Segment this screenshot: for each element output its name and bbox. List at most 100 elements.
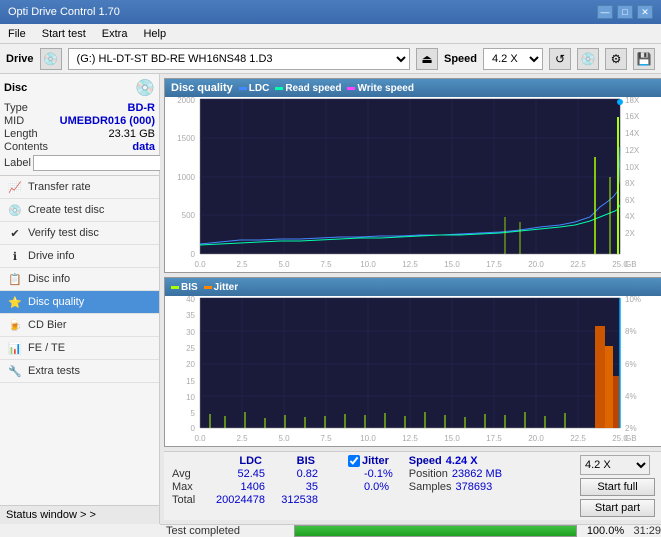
nav-disc-quality-label: Disc quality (28, 296, 84, 308)
disc-quality-icon: ⭐ (8, 295, 22, 309)
close-button[interactable]: ✕ (637, 5, 653, 19)
svg-text:7.5: 7.5 (320, 434, 332, 443)
main-layout: Disc 💿 Type BD-R MID UMEBDR016 (000) Len… (0, 74, 661, 524)
drive-info-icon: ℹ (8, 249, 22, 263)
svg-text:10X: 10X (625, 163, 640, 172)
jitter-checkbox[interactable] (348, 455, 360, 467)
legend-ldc-label: LDC (249, 83, 270, 94)
svg-text:16X: 16X (625, 112, 640, 121)
disc-panel: Disc 💿 Type BD-R MID UMEBDR016 (000) Len… (0, 74, 159, 176)
jitter-stats: Jitter -0.1% 0.0% (348, 455, 393, 493)
menu-start-test[interactable]: Start test (38, 28, 90, 40)
avg-label: Avg (172, 468, 202, 480)
svg-text:12X: 12X (625, 146, 640, 155)
legend-read: Read speed (275, 83, 341, 94)
label-input[interactable] (33, 155, 167, 171)
nav-create-test-disc[interactable]: 💿 Create test disc (0, 199, 159, 222)
progress-bar-wrapper (294, 525, 577, 537)
svg-text:8%: 8% (625, 327, 637, 336)
svg-text:6%: 6% (625, 360, 637, 369)
svg-text:12.5: 12.5 (402, 260, 418, 269)
app-title: Opti Drive Control 1.70 (8, 6, 120, 18)
nav-disc-info[interactable]: 📋 Disc info (0, 268, 159, 291)
svg-text:GB: GB (625, 260, 637, 269)
length-label: Length (4, 128, 38, 140)
read-legend-dot (275, 87, 283, 90)
top-chart-svg: 2000 1500 1000 500 0 18X 16X 14X 12X 10X… (165, 97, 661, 272)
svg-text:12.5: 12.5 (402, 434, 418, 443)
title-bar: Opti Drive Control 1.70 — □ ✕ (0, 0, 661, 24)
menu-help[interactable]: Help (139, 28, 170, 40)
samples-label: Samples (409, 481, 452, 493)
start-full-button[interactable]: Start full (580, 478, 655, 496)
status-window-label: Status window > > (6, 509, 96, 521)
bottom-chart-panel: BIS Jitter (164, 277, 661, 447)
nav-drive-info-label: Drive info (28, 250, 74, 262)
jitter-legend-dot (204, 286, 212, 289)
max-bis: 35 (273, 481, 318, 493)
legend-write: Write speed (347, 83, 414, 94)
ldc-legend-dot (239, 87, 247, 90)
svg-text:7.5: 7.5 (320, 260, 332, 269)
disc-quality-title: Disc quality (171, 82, 233, 94)
bottom-bar: Test completed 100.0% 31:29 (160, 524, 661, 537)
svg-text:2.5: 2.5 (236, 434, 248, 443)
settings-button[interactable]: ⚙ (605, 48, 627, 70)
save-button[interactable]: 💾 (633, 48, 655, 70)
contents-label: Contents (4, 141, 48, 153)
bottom-chart-title-bar: BIS Jitter (165, 278, 661, 296)
drive-label: Drive (6, 53, 34, 65)
legend-jitter: Jitter (204, 282, 238, 293)
refresh-button[interactable]: ↺ (549, 48, 571, 70)
position-label: Position (409, 468, 448, 480)
nav-cd-bier[interactable]: 🍺 CD Bier (0, 314, 159, 337)
drive-select[interactable]: (G:) HL-DT-ST BD-RE WH16NS48 1.D3 (68, 48, 410, 70)
nav-extra-tests[interactable]: 🔧 Extra tests (0, 360, 159, 383)
chart-wrapper: Disc quality LDC Read speed Write speed (160, 74, 661, 524)
minimize-button[interactable]: — (597, 5, 613, 19)
maximize-button[interactable]: □ (617, 5, 633, 19)
svg-text:15.0: 15.0 (444, 260, 460, 269)
legend-ldc: LDC (239, 83, 270, 94)
nav-extra-tests-label: Extra tests (28, 365, 80, 377)
svg-text:5.0: 5.0 (278, 260, 290, 269)
disc-button[interactable]: 💿 (577, 48, 599, 70)
nav-items: 📈 Transfer rate 💿 Create test disc ✔ Ver… (0, 176, 159, 505)
total-ldc: 20024478 (210, 494, 265, 506)
jitter-header-row: Jitter (348, 455, 393, 467)
menu-file[interactable]: File (4, 28, 30, 40)
menu-bar: File Start test Extra Help (0, 24, 661, 44)
eject-button[interactable]: ⏏ (416, 48, 438, 70)
start-part-button[interactable]: Start part (580, 499, 655, 517)
nav-disc-quality[interactable]: ⭐ Disc quality (0, 291, 159, 314)
svg-text:2.5: 2.5 (236, 260, 248, 269)
nav-verify-test-label: Verify test disc (28, 227, 99, 239)
avg-jitter: -0.1% (348, 468, 393, 480)
content-area: Disc quality LDC Read speed Write speed (160, 74, 661, 524)
status-window-button[interactable]: Status window > > (0, 505, 159, 524)
window-controls: — □ ✕ (597, 5, 653, 19)
nav-transfer-rate[interactable]: 📈 Transfer rate (0, 176, 159, 199)
menu-extra[interactable]: Extra (98, 28, 132, 40)
speed-select[interactable]: 4.2 X (483, 48, 543, 70)
top-chart-svg-wrapper: 2000 1500 1000 500 0 18X 16X 14X 12X 10X… (165, 97, 661, 275)
cd-bier-icon: 🍺 (8, 318, 22, 332)
stats-area: LDC BIS Avg 52.45 0.82 Max 1406 35 Tot (164, 451, 661, 520)
position-value: 23862 MB (452, 468, 502, 480)
legend-read-label: Read speed (285, 83, 341, 94)
speed-header-row: Speed 4.24 X (409, 455, 502, 467)
disc-info-icon: 📋 (8, 272, 22, 286)
nav-fe-te[interactable]: 📊 FE / TE (0, 337, 159, 360)
create-test-icon: 💿 (8, 203, 22, 217)
action-buttons: 4.2 X Start full Start part (580, 455, 655, 517)
stats-total-row: Total 20024478 312538 (172, 494, 332, 506)
max-ldc: 1406 (210, 481, 265, 493)
svg-text:5: 5 (191, 409, 196, 418)
svg-text:22.5: 22.5 (570, 434, 586, 443)
nav-drive-info[interactable]: ℹ Drive info (0, 245, 159, 268)
drive-icon: 💿 (40, 48, 62, 70)
speed-dropdown[interactable]: 4.2 X (580, 455, 650, 475)
nav-verify-test-disc[interactable]: ✔ Verify test disc (0, 222, 159, 245)
bis-header: BIS (270, 455, 315, 467)
svg-text:17.5: 17.5 (486, 434, 502, 443)
